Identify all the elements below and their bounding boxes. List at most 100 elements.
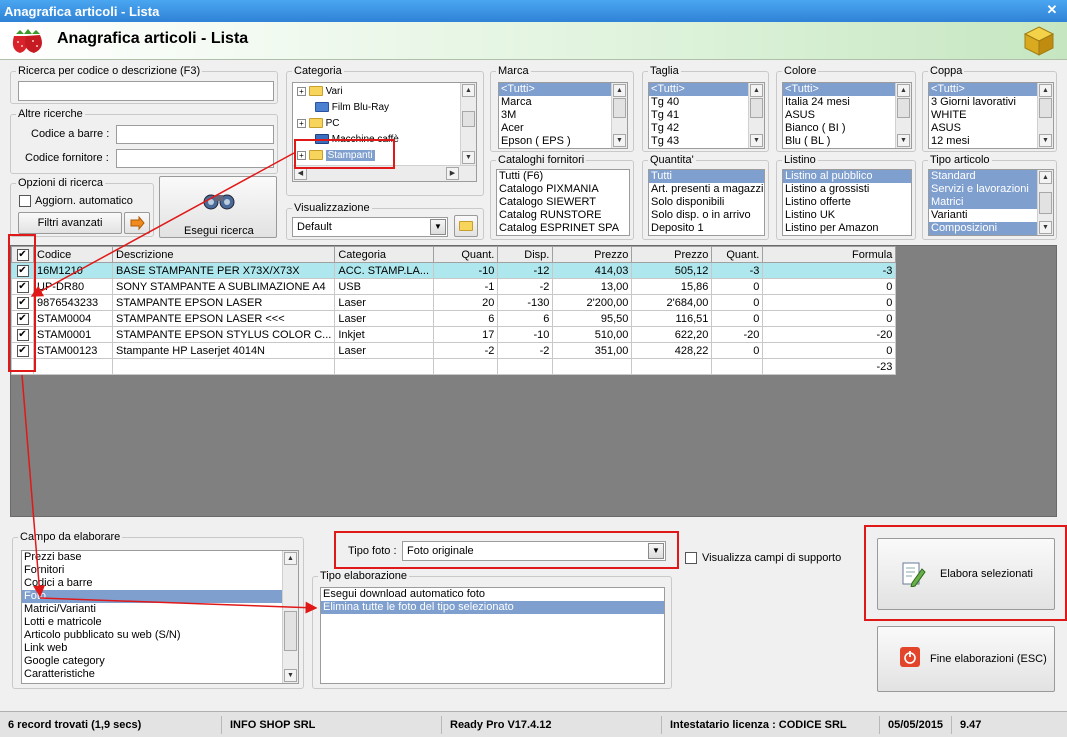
scroll-down-icon[interactable]: ▼ xyxy=(1039,221,1052,234)
list-item[interactable]: Tg 41 xyxy=(649,109,764,122)
categoria-scrollbar[interactable]: ▲ ▼ xyxy=(460,83,476,165)
list-item[interactable]: Tutti xyxy=(649,170,764,183)
list-item[interactable]: Esegui download automatico foto xyxy=(321,588,664,601)
list-item[interactable]: Bianco ( BI ) xyxy=(783,122,911,135)
header-select-all[interactable]: ✔ xyxy=(11,246,34,263)
list-item[interactable]: Google category xyxy=(22,655,282,668)
table-row[interactable]: ✔ STAM0004 STAMPANTE EPSON LASER <<< Las… xyxy=(11,310,897,327)
expand-icon[interactable]: + xyxy=(297,150,306,160)
list-item[interactable]: Standard xyxy=(929,170,1037,183)
chevron-down-icon[interactable]: ▼ xyxy=(430,219,446,235)
list-item[interactable]: Foto xyxy=(22,590,282,603)
scroll-thumb[interactable] xyxy=(1039,192,1052,214)
open-folder-button[interactable] xyxy=(454,215,478,237)
coppa-list[interactable]: <Tutti> 3 Giorni lavorativi WHITE ASUS 1… xyxy=(928,82,1054,149)
list-item[interactable]: Composizioni xyxy=(929,222,1037,235)
list-item[interactable]: ASUS xyxy=(929,122,1053,135)
scroll-thumb[interactable] xyxy=(897,98,910,118)
tipo-foto-select[interactable]: Foto originale ▼ xyxy=(402,541,666,561)
col-descrizione[interactable]: Descrizione xyxy=(111,246,336,263)
search-input[interactable] xyxy=(18,81,274,101)
categoria-hscrollbar[interactable]: ◀ ▶ xyxy=(293,165,476,181)
scroll-thumb[interactable] xyxy=(750,98,763,118)
scroll-down-icon[interactable]: ▼ xyxy=(613,134,626,147)
list-item[interactable]: Tutti (F6) xyxy=(497,170,629,183)
tree-node-bluray[interactable]: Film Blu-Ray xyxy=(315,100,389,116)
list-item[interactable]: Catalogo PIXMANIA xyxy=(497,183,629,196)
end-processing-button[interactable]: Fine elaborazioni (ESC) xyxy=(877,626,1055,692)
tree-node-vari[interactable]: + Vari xyxy=(297,84,343,100)
list-item[interactable]: Epson ( EPS ) xyxy=(499,135,627,148)
list-item[interactable]: Fornitori xyxy=(22,564,282,577)
scroll-up-icon[interactable]: ▲ xyxy=(284,552,297,565)
list-item[interactable]: 12 mesi xyxy=(929,135,1053,148)
col-formula[interactable]: Formula xyxy=(762,246,897,263)
list-item[interactable]: Solo disponibili xyxy=(649,196,764,209)
filter-arrow-button[interactable] xyxy=(124,212,150,234)
table-row[interactable]: ✔ 9876543233 STAMPANTE EPSON LASER Laser… xyxy=(11,294,897,311)
scroll-up-icon[interactable]: ▲ xyxy=(1039,171,1052,184)
scroll-down-icon[interactable]: ▼ xyxy=(750,134,763,147)
coppa-scrollbar[interactable]: ▲ ▼ xyxy=(1037,83,1053,148)
list-item[interactable]: Caratteristiche xyxy=(22,668,282,681)
scroll-thumb[interactable] xyxy=(1039,98,1052,118)
list-item[interactable]: Catalog ESPRINET SPA xyxy=(497,222,629,235)
list-item[interactable]: Listino UK xyxy=(783,209,911,222)
list-item[interactable]: Lotti e matricole xyxy=(22,616,282,629)
table-row[interactable]: ✔ STAM0001 STAMPANTE EPSON STYLUS COLOR … xyxy=(11,326,897,343)
listino-list[interactable]: Listino al pubblico Listino a grossisti … xyxy=(782,169,912,236)
list-item[interactable]: <Tutti> xyxy=(929,83,1037,96)
scroll-right-icon[interactable]: ▶ xyxy=(446,167,459,180)
tree-node-stampanti[interactable]: + Stampanti xyxy=(297,148,375,164)
list-item[interactable]: Servizi e lavorazioni xyxy=(929,183,1037,196)
chevron-down-icon[interactable]: ▼ xyxy=(648,543,664,559)
list-item[interactable]: Listino al pubblico xyxy=(783,170,911,183)
cataloghi-list[interactable]: Tutti (F6) Catalogo PIXMANIA Catalogo SI… xyxy=(496,169,630,236)
list-item[interactable]: Matrici/Varianti xyxy=(22,603,282,616)
process-selected-button[interactable]: Elabora selezionati xyxy=(877,538,1055,610)
col-quant-2[interactable]: Quant. xyxy=(711,246,764,263)
list-item[interactable]: ASUS xyxy=(783,109,911,122)
campo-list[interactable]: Prezzi base Fornitori Codici a barre Fot… xyxy=(21,550,299,684)
list-item[interactable]: Matrici xyxy=(929,196,1037,209)
list-item[interactable]: Link web xyxy=(22,642,282,655)
list-item[interactable]: Italia 24 mesi xyxy=(783,96,911,109)
scroll-down-icon[interactable]: ▼ xyxy=(284,669,297,682)
marca-scrollbar[interactable]: ▲ ▼ xyxy=(611,83,627,148)
list-item[interactable]: <Tutti> xyxy=(783,83,895,96)
campo-scrollbar[interactable]: ▲ ▼ xyxy=(282,551,298,683)
list-item[interactable]: Listino a grossisti xyxy=(783,183,911,196)
barcode-input[interactable] xyxy=(116,125,274,144)
row-checkbox[interactable]: ✔ xyxy=(11,262,34,279)
col-prezzo[interactable]: Prezzo xyxy=(552,246,633,263)
table-row[interactable]: ✔ 16M1210 BASE STAMPANTE PER X73X/X73X A… xyxy=(11,262,897,279)
list-item[interactable]: Catalogo SIEWERT xyxy=(497,196,629,209)
expand-icon[interactable]: + xyxy=(297,118,306,128)
scroll-down-icon[interactable]: ▼ xyxy=(462,151,475,164)
scroll-up-icon[interactable]: ▲ xyxy=(750,84,763,97)
scroll-up-icon[interactable]: ▲ xyxy=(897,84,910,97)
taglia-scrollbar[interactable]: ▲ ▼ xyxy=(748,83,764,148)
list-item[interactable]: <Tutti> xyxy=(499,83,611,96)
tree-node-pc[interactable]: + PC xyxy=(297,116,339,132)
table-row[interactable]: ✔ STAM00123 Stampante HP Laserjet 4014N … xyxy=(11,342,897,359)
list-item[interactable]: Elimina tutte le foto del tipo seleziona… xyxy=(321,601,664,614)
scroll-down-icon[interactable]: ▼ xyxy=(1039,134,1052,147)
list-item[interactable]: Deposito 1 xyxy=(649,222,764,235)
row-checkbox[interactable]: ✔ xyxy=(11,278,34,295)
col-disp[interactable]: Disp. xyxy=(497,246,554,263)
scroll-up-icon[interactable]: ▲ xyxy=(1039,84,1052,97)
visualizzazione-select[interactable]: Default ▼ xyxy=(292,217,448,237)
list-item[interactable]: Listino per Amazon xyxy=(783,222,911,235)
col-quant[interactable]: Quant. xyxy=(433,246,499,263)
row-checkbox[interactable]: ✔ xyxy=(11,326,34,343)
categoria-tree[interactable]: + Vari Film Blu-Ray + PC Macchine caffè … xyxy=(292,82,477,182)
supporto-checkbox[interactable] xyxy=(685,552,697,564)
list-item[interactable]: Tg 42 xyxy=(649,122,764,135)
scroll-left-icon[interactable]: ◀ xyxy=(294,167,307,180)
list-item[interactable]: WHITE xyxy=(929,109,1053,122)
colore-list[interactable]: <Tutti> Italia 24 mesi ASUS Bianco ( BI … xyxy=(782,82,912,149)
list-item[interactable]: Codici a barre xyxy=(22,577,282,590)
list-item[interactable]: Articolo pubblicato su web (S/N) xyxy=(22,629,282,642)
scroll-down-icon[interactable]: ▼ xyxy=(897,134,910,147)
